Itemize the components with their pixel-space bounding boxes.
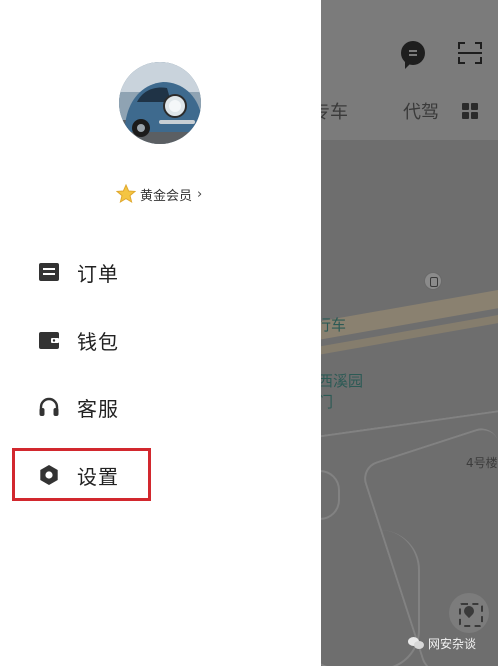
settings-highlight-box xyxy=(12,448,151,501)
wechat-icon xyxy=(408,637,424,650)
membership-label: 黄金会员 xyxy=(140,188,193,204)
order-icon xyxy=(38,261,60,283)
membership-badge[interactable]: 黄金会员 › xyxy=(116,184,202,204)
locate-button[interactable] xyxy=(449,593,489,633)
chevron-right-icon: › xyxy=(197,186,203,202)
avatar[interactable] xyxy=(119,62,201,144)
wallet-icon xyxy=(38,329,60,351)
menu-item-label: 客服 xyxy=(77,396,119,421)
scan-icon[interactable] xyxy=(458,42,482,64)
watermark: 网安杂谈 xyxy=(408,635,476,652)
menu-item-customer-service[interactable]: 客服 xyxy=(38,389,119,425)
watermark-text: 网安杂谈 xyxy=(428,637,477,651)
map-label: 西溪园 xyxy=(318,372,364,390)
more-services-icon[interactable] xyxy=(462,103,479,120)
menu-item-orders[interactable]: 订单 xyxy=(38,254,119,290)
side-drawer: 黄金会员 › 订单 钱包 客服 设置 xyxy=(0,0,321,666)
bus-stop-icon xyxy=(424,272,442,290)
map-label: 4号楼 xyxy=(466,456,498,470)
message-icon[interactable] xyxy=(401,41,425,69)
menu-item-wallet[interactable]: 钱包 xyxy=(38,322,119,358)
menu-item-label: 钱包 xyxy=(77,329,119,354)
menu-item-label: 订单 xyxy=(77,261,119,286)
star-icon xyxy=(116,184,136,204)
headset-icon xyxy=(38,396,60,418)
tab-designated-driver[interactable]: 代驾 xyxy=(403,98,439,124)
avatar-car-image xyxy=(119,62,201,144)
